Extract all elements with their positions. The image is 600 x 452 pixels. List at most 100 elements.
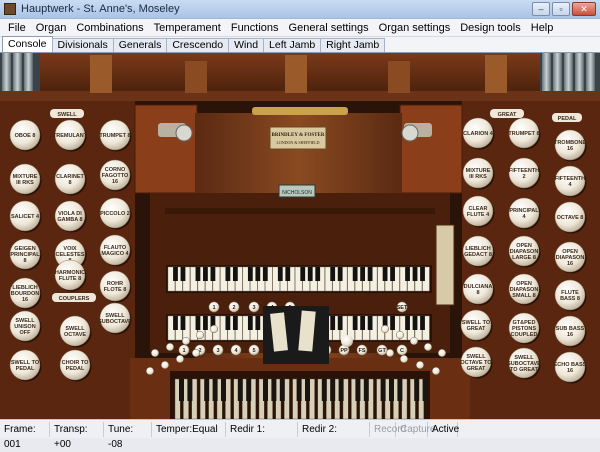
thumb-piston[interactable] <box>175 355 184 364</box>
black-key[interactable] <box>367 316 373 330</box>
pedal-sharp[interactable] <box>321 379 327 401</box>
black-key[interactable] <box>352 267 358 281</box>
thumb-piston[interactable] <box>438 349 447 358</box>
thumb-piston[interactable] <box>165 343 174 352</box>
thumb-piston[interactable] <box>195 331 204 340</box>
tab-console[interactable]: Console <box>2 36 53 52</box>
pedal-sharp[interactable] <box>422 379 428 401</box>
black-key[interactable] <box>180 316 186 330</box>
pedal-sharp[interactable] <box>305 379 310 401</box>
thumb-piston[interactable] <box>381 325 390 334</box>
thumb-piston[interactable] <box>181 337 190 346</box>
thumb-piston[interactable] <box>416 361 425 370</box>
menu-general-settings[interactable]: General settings <box>284 20 374 36</box>
black-key[interactable] <box>285 267 291 281</box>
black-key[interactable] <box>225 267 231 281</box>
black-key[interactable] <box>315 267 321 281</box>
tab-wind[interactable]: Wind <box>228 38 265 52</box>
black-key[interactable] <box>360 267 366 281</box>
pedal-sharp[interactable] <box>397 379 403 401</box>
pedal-sharp[interactable] <box>414 379 420 401</box>
menu-temperament[interactable]: Temperament <box>149 20 226 36</box>
black-key[interactable] <box>405 267 410 281</box>
tab-left-jamb[interactable]: Left Jamb <box>263 38 322 52</box>
thumb-piston[interactable] <box>209 325 218 334</box>
black-key[interactable] <box>420 316 425 330</box>
thumb-piston[interactable] <box>145 367 154 376</box>
pedal-sharp[interactable] <box>246 379 252 401</box>
black-key[interactable] <box>180 267 186 281</box>
black-key[interactable] <box>255 316 261 330</box>
pedal-sharp[interactable] <box>237 379 243 401</box>
thumb-piston[interactable] <box>396 331 405 340</box>
black-key[interactable] <box>367 267 373 281</box>
pedal-sharp[interactable] <box>271 379 277 401</box>
pedal-sharp[interactable] <box>212 379 218 401</box>
black-key[interactable] <box>337 316 343 330</box>
black-key[interactable] <box>277 267 283 281</box>
pedal-key[interactable] <box>368 378 374 419</box>
thumb-piston[interactable] <box>432 367 441 376</box>
black-key[interactable] <box>173 267 178 281</box>
pedal-sharp[interactable] <box>296 379 302 401</box>
black-key[interactable] <box>232 267 238 281</box>
pedal-key[interactable] <box>225 378 231 419</box>
thumb-piston[interactable] <box>424 343 433 352</box>
menu-organ-settings[interactable]: Organ settings <box>374 20 456 36</box>
black-key[interactable] <box>247 267 253 281</box>
black-key[interactable] <box>360 316 366 330</box>
menu-help[interactable]: Help <box>526 20 559 36</box>
black-key[interactable] <box>382 267 388 281</box>
black-key[interactable] <box>390 267 395 281</box>
black-key[interactable] <box>262 267 268 281</box>
pedal-key[interactable] <box>284 378 290 419</box>
black-key[interactable] <box>412 316 418 330</box>
pedal-sharp[interactable] <box>338 379 344 401</box>
pedal-sharp[interactable] <box>279 379 285 401</box>
black-key[interactable] <box>203 316 208 330</box>
black-key[interactable] <box>210 267 216 281</box>
minimize-button[interactable]: – <box>532 2 550 16</box>
black-key[interactable] <box>195 267 201 281</box>
menu-organ[interactable]: Organ <box>31 20 72 36</box>
black-key[interactable] <box>352 316 358 330</box>
pedal-sharp[interactable] <box>380 379 386 401</box>
menu-design-tools[interactable]: Design tools <box>455 20 526 36</box>
pedal-sharp[interactable] <box>330 379 336 401</box>
black-key[interactable] <box>330 316 336 330</box>
close-button[interactable]: ✕ <box>572 2 596 16</box>
pedal-sharp[interactable] <box>363 379 369 401</box>
black-key[interactable] <box>337 267 343 281</box>
pedal-sharp[interactable] <box>204 379 210 401</box>
thumb-piston[interactable] <box>386 349 395 358</box>
black-key[interactable] <box>255 267 261 281</box>
black-key[interactable] <box>195 316 201 330</box>
pedal-key[interactable] <box>250 378 257 419</box>
tab-crescendo[interactable]: Crescendo <box>166 38 230 52</box>
pedal-sharp[interactable] <box>179 379 184 401</box>
pedal-sharp[interactable] <box>355 379 361 401</box>
thumb-piston[interactable] <box>160 361 169 370</box>
pedal-sharp[interactable] <box>263 379 268 401</box>
pedal-sharp[interactable] <box>389 379 394 401</box>
black-key[interactable] <box>390 316 395 330</box>
black-key[interactable] <box>420 267 425 281</box>
black-key[interactable] <box>307 267 313 281</box>
status-record[interactable]: Record <box>370 421 406 437</box>
black-key[interactable] <box>247 316 253 330</box>
menu-file[interactable]: File <box>3 20 31 36</box>
status-capture[interactable]: Capture <box>396 421 436 437</box>
thumb-piston[interactable] <box>191 349 200 358</box>
black-key[interactable] <box>300 267 306 281</box>
thumb-piston[interactable] <box>400 355 409 364</box>
pedal-key[interactable] <box>191 378 198 419</box>
pedal-key[interactable] <box>309 378 315 419</box>
black-key[interactable] <box>412 267 418 281</box>
pedal-key[interactable] <box>342 378 349 419</box>
tab-generals[interactable]: Generals <box>112 38 168 52</box>
tab-divisionals[interactable]: Divisionals <box>51 38 114 52</box>
pedal-sharp[interactable] <box>187 379 193 401</box>
maximize-button[interactable]: ▫ <box>552 2 570 16</box>
black-key[interactable] <box>225 316 231 330</box>
red-toe-piston[interactable] <box>341 335 353 347</box>
